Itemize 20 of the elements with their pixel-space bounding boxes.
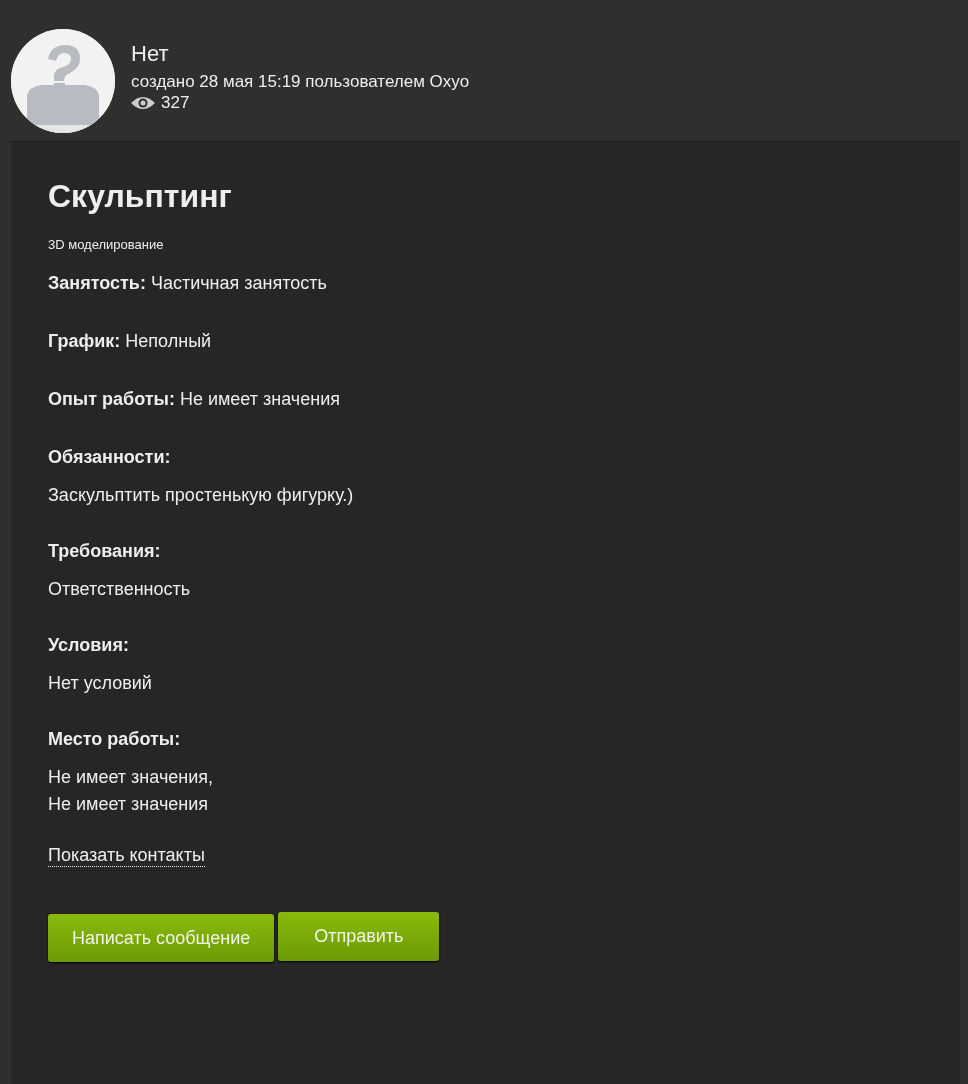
vacancy-title: Скульптинг <box>48 177 233 216</box>
eye-icon <box>131 96 155 110</box>
field-value: Заскульптить простенькую фигурку.) <box>48 484 355 507</box>
field-row: График: Неполный <box>48 331 212 351</box>
send-button[interactable]: Отправить <box>278 912 440 961</box>
field-row: Опыт работы: Не имеет значения <box>48 389 340 409</box>
view-count: 327 <box>161 93 190 113</box>
author-name: Нет <box>131 41 170 67</box>
field-label: Место работы: <box>48 728 182 751</box>
field-label: Требования: <box>48 540 162 563</box>
field-label: Обязанности: <box>48 446 172 469</box>
show-contacts-link[interactable]: Показать контакты <box>48 844 205 867</box>
field-value: Нет условий <box>48 672 153 695</box>
created-info: создано 28 мая 15:19 пользователем Oxyo <box>131 71 470 93</box>
category-label: 3D моделирование <box>48 236 165 254</box>
field-value: Не имеет значения, Не имеет значения <box>48 766 215 816</box>
field-value: Ответственность <box>48 578 192 601</box>
write-message-button[interactable]: Написать сообщение <box>48 914 275 962</box>
field-row: Занятость: Частичная занятость <box>48 273 327 293</box>
field-label: Условия: <box>48 634 130 657</box>
